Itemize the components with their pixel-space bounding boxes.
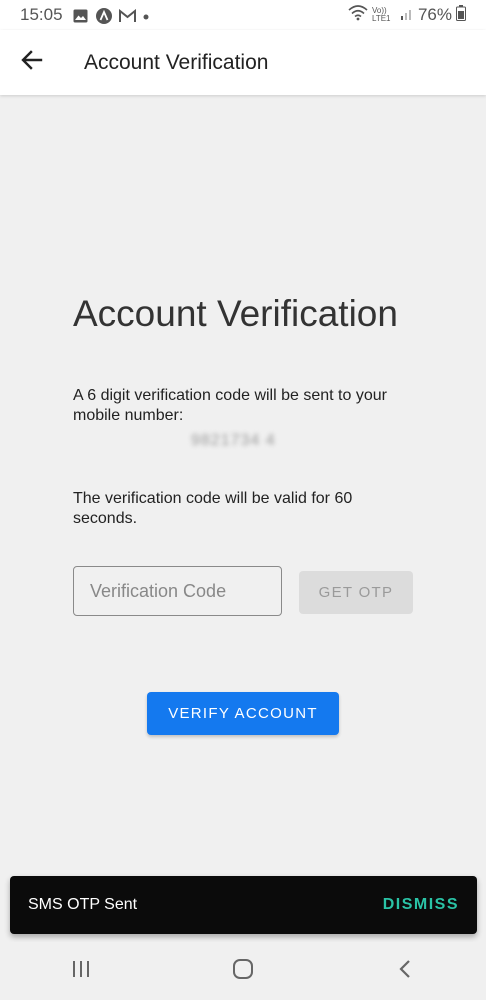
status-time: 15:05 <box>20 5 63 24</box>
system-nav-bar <box>0 942 486 1000</box>
verification-code-input[interactable] <box>73 566 282 616</box>
signal-icon <box>400 5 414 25</box>
gmail-icon <box>118 8 136 22</box>
get-otp-button[interactable]: GET OTP <box>299 571 413 614</box>
back-button[interactable] <box>10 41 54 85</box>
info-text: A 6 digit verification code will be sent… <box>73 387 387 424</box>
home-icon <box>232 958 254 985</box>
masked-phone-number: 9821734 4 <box>191 432 276 449</box>
validity-text: The verification code will be valid for … <box>73 490 353 527</box>
snackbar-message: SMS OTP Sent <box>28 896 138 913</box>
wifi-icon <box>348 4 368 26</box>
lte-icon: Vo)) LTE1 <box>371 6 391 23</box>
home-button[interactable] <box>213 946 273 996</box>
back-icon <box>398 959 412 984</box>
image-icon <box>73 8 88 23</box>
battery-percent: 76% <box>417 5 452 24</box>
battery-icon <box>456 4 466 26</box>
verify-account-button[interactable]: VERIFY ACCOUNT <box>147 692 339 735</box>
dismiss-button[interactable]: DISMISS <box>383 896 459 914</box>
snackbar: SMS OTP Sent DISMISS <box>10 876 477 934</box>
dot-icon <box>142 8 150 22</box>
status-bar: 15:05 Vo)) LTE1 76% <box>0 0 486 30</box>
recent-apps-button[interactable] <box>51 946 111 996</box>
app-a-icon <box>95 8 112 24</box>
page-title: Account Verification <box>73 293 398 334</box>
recent-apps-icon <box>71 960 91 983</box>
arrow-left-icon <box>21 50 43 75</box>
app-bar: Account Verification <box>0 30 486 95</box>
app-bar-title: Account Verification <box>84 50 269 74</box>
nav-back-button[interactable] <box>375 946 435 996</box>
